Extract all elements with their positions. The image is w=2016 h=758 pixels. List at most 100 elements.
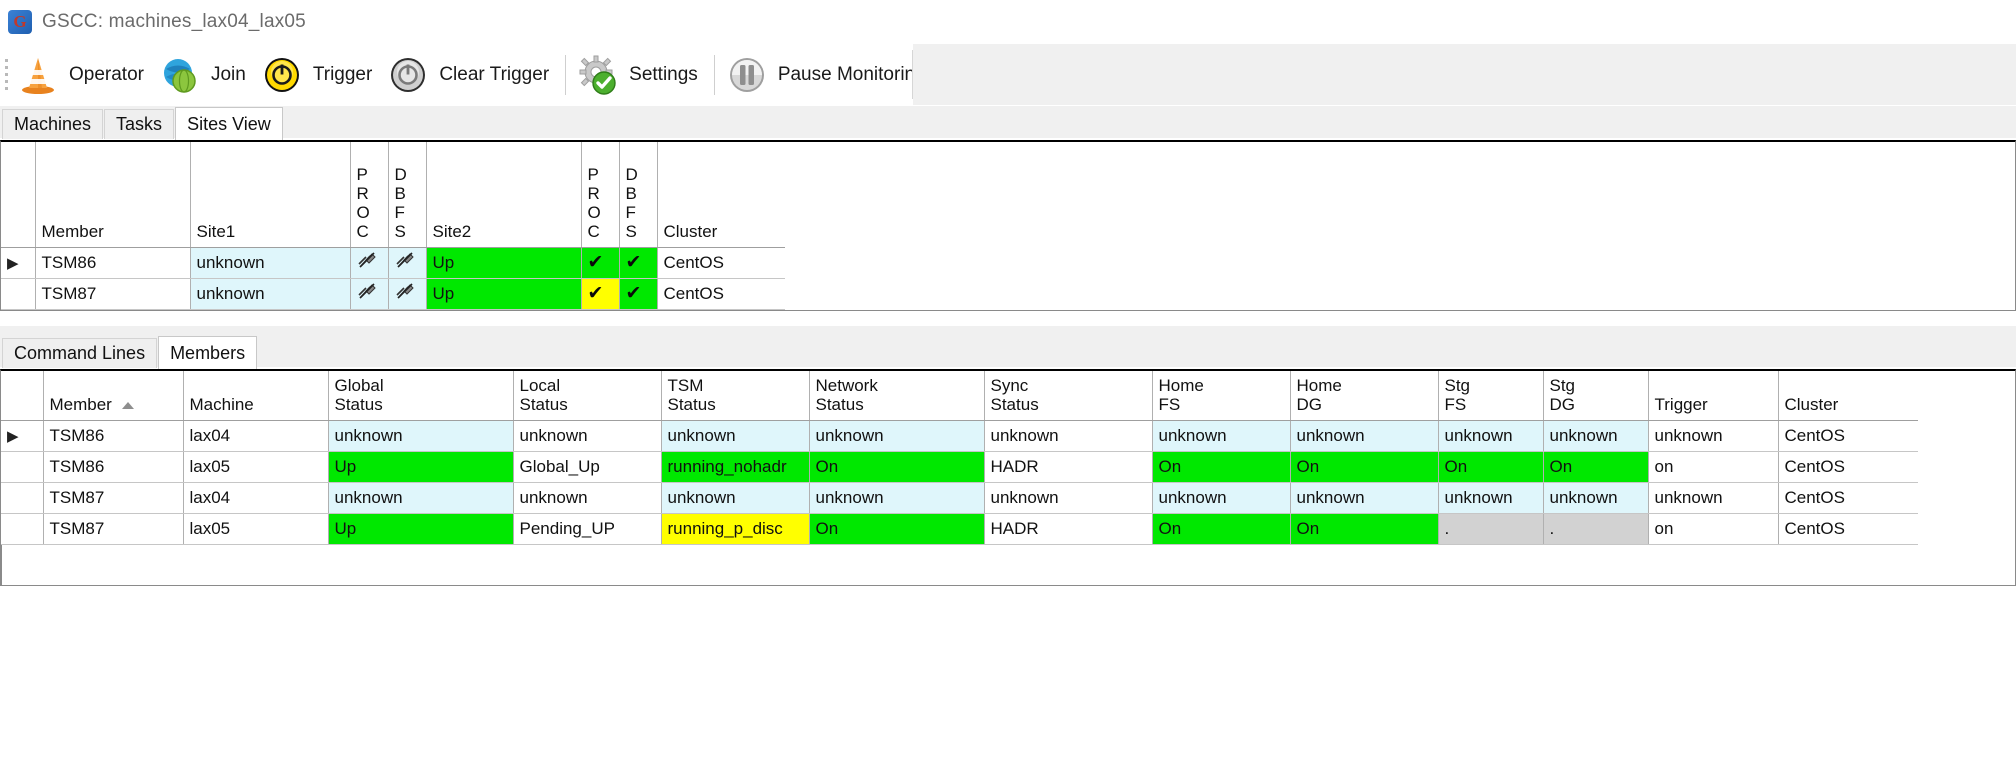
members-cell-stg_fs[interactable]: On: [1438, 451, 1544, 483]
members-cell-sync_status[interactable]: unknown: [984, 482, 1153, 514]
toolbar-button-pause-monitoring[interactable]: Pause Monitoring: [721, 44, 936, 105]
sites-cell-site2[interactable]: Up: [426, 278, 582, 310]
toolbar-button-settings[interactable]: Settings: [572, 44, 708, 105]
sites-cell-proc2[interactable]: ✔: [581, 247, 620, 279]
members-cell-cluster[interactable]: CentOS: [1778, 451, 1918, 483]
members-cell-global_status[interactable]: Up: [328, 451, 514, 483]
members-cell-network_status[interactable]: unknown: [809, 482, 985, 514]
sites-col-site1[interactable]: Site1: [190, 142, 351, 248]
sites-cell-proc2[interactable]: ✔: [581, 278, 620, 310]
members-cell-machine[interactable]: lax05: [183, 451, 329, 483]
sites-col-proc1[interactable]: PROC: [350, 142, 389, 248]
members-cell-home_dg[interactable]: On: [1290, 513, 1439, 545]
horizontal-splitter[interactable]: [0, 324, 2016, 335]
members-cell-tsm_status[interactable]: unknown: [661, 482, 810, 514]
sites-cell-cluster[interactable]: CentOS: [657, 278, 785, 310]
members-cell-tsm_status[interactable]: running_p_disc: [661, 513, 810, 545]
tab-command-lines[interactable]: Command Lines: [2, 337, 158, 368]
row-selector-cell[interactable]: [1, 451, 44, 483]
row-selector-cell[interactable]: [1, 513, 44, 545]
sites-col-proc2[interactable]: PROC: [581, 142, 620, 248]
members-cell-stg_fs[interactable]: unknown: [1438, 420, 1544, 452]
members-cell-member[interactable]: TSM86: [43, 451, 184, 483]
row-selector-cell[interactable]: ▶: [1, 247, 36, 279]
members-cell-global_status[interactable]: unknown: [328, 420, 514, 452]
members-cell-local_status[interactable]: unknown: [513, 420, 662, 452]
toolbar-button-join[interactable]: Join: [154, 44, 256, 105]
members-col-stg_fs[interactable]: Stg FS: [1438, 370, 1544, 421]
members-cell-trigger[interactable]: unknown: [1648, 420, 1779, 452]
members-col-network_status[interactable]: Network Status: [809, 370, 985, 421]
tab-machines[interactable]: Machines: [2, 109, 104, 139]
members-cell-cluster[interactable]: CentOS: [1778, 420, 1918, 452]
members-cell-sync_status[interactable]: unknown: [984, 420, 1153, 452]
toolbar-drag-handle[interactable]: [0, 44, 12, 105]
members-cell-member[interactable]: TSM87: [43, 482, 184, 514]
members-cell-stg_fs[interactable]: .: [1438, 513, 1544, 545]
members-cell-stg_dg[interactable]: .: [1543, 513, 1649, 545]
members-cell-cluster[interactable]: CentOS: [1778, 513, 1918, 545]
members-col-cluster[interactable]: Cluster: [1778, 370, 1918, 421]
members-col-home_fs[interactable]: Home FS: [1152, 370, 1291, 421]
sites-col-site2[interactable]: Site2: [426, 142, 582, 248]
members-cell-network_status[interactable]: On: [809, 513, 985, 545]
row-selector-cell[interactable]: [1, 278, 36, 310]
members-cell-tsm_status[interactable]: running_nohadr: [661, 451, 810, 483]
sites-cell-proc1[interactable]: [350, 247, 389, 279]
sites-grid-container[interactable]: Member Site1 PROC DBFS Site2 PROC DBFS C…: [0, 140, 2016, 311]
members-cell-home_fs[interactable]: On: [1152, 451, 1291, 483]
tab-tasks[interactable]: Tasks: [104, 109, 175, 139]
members-col-home_dg[interactable]: Home DG: [1290, 370, 1439, 421]
members-grid-container[interactable]: Member Machine Global Status Local Status TSM S…: [0, 368, 2016, 586]
members-cell-network_status[interactable]: unknown: [809, 420, 985, 452]
members-cell-trigger[interactable]: unknown: [1648, 482, 1779, 514]
members-cell-machine[interactable]: lax05: [183, 513, 329, 545]
members-cell-local_status[interactable]: Global_Up: [513, 451, 662, 483]
members-cell-global_status[interactable]: Up: [328, 513, 514, 545]
members-col-global_status[interactable]: Global Status: [328, 370, 514, 421]
sites-cell-member[interactable]: TSM87: [35, 278, 191, 310]
members-col-sync_status[interactable]: Sync Status: [984, 370, 1153, 421]
members-cell-tsm_status[interactable]: unknown: [661, 420, 810, 452]
tab-members[interactable]: Members: [158, 335, 258, 369]
members-cell-member[interactable]: TSM86: [43, 420, 184, 452]
members-table-row[interactable]: TSM86 lax05 Up Global_Up running_nohadr On HAD…: [1, 451, 1918, 483]
members-cell-network_status[interactable]: On: [809, 451, 985, 483]
members-col-member[interactable]: Member: [43, 370, 184, 421]
members-cell-trigger[interactable]: on: [1648, 513, 1779, 545]
members-col-stg_dg[interactable]: Stg DG: [1543, 370, 1649, 421]
members-cell-stg_dg[interactable]: On: [1543, 451, 1649, 483]
sites-cell-dbfs2[interactable]: ✔: [619, 278, 658, 310]
members-cell-stg_fs[interactable]: unknown: [1438, 482, 1544, 514]
sites-cell-site1[interactable]: unknown: [190, 247, 351, 279]
row-selector-cell[interactable]: [1, 482, 44, 514]
members-cell-stg_dg[interactable]: unknown: [1543, 420, 1649, 452]
sites-col-dbfs2[interactable]: DBFS: [619, 142, 658, 248]
tab-sites-view[interactable]: Sites View: [175, 107, 283, 140]
members-table-row[interactable]: TSM87 lax05 Up Pending_UP running_p_disc On HA…: [1, 513, 1918, 545]
members-cell-machine[interactable]: lax04: [183, 420, 329, 452]
sites-cell-proc1[interactable]: [350, 278, 389, 310]
members-cell-stg_dg[interactable]: unknown: [1543, 482, 1649, 514]
members-cell-sync_status[interactable]: HADR: [984, 451, 1153, 483]
members-col-trigger[interactable]: Trigger: [1648, 370, 1779, 421]
sites-table-row[interactable]: TSM87 unknown Up ✔ ✔ CentOS: [1, 278, 785, 310]
members-cell-local_status[interactable]: Pending_UP: [513, 513, 662, 545]
sites-table-row[interactable]: ▶ TSM86 unknown Up ✔ ✔ CentOS: [1, 247, 785, 279]
sites-cell-member[interactable]: TSM86: [35, 247, 191, 279]
sites-col-cluster[interactable]: Cluster: [657, 142, 785, 248]
members-cell-cluster[interactable]: CentOS: [1778, 482, 1918, 514]
members-table-row[interactable]: TSM87 lax04 unknown unknown unknown unknown un…: [1, 482, 1918, 514]
members-cell-machine[interactable]: lax04: [183, 482, 329, 514]
members-cell-local_status[interactable]: unknown: [513, 482, 662, 514]
members-cell-home_fs[interactable]: unknown: [1152, 482, 1291, 514]
sites-cell-dbfs1[interactable]: [388, 278, 427, 310]
sites-cell-cluster[interactable]: CentOS: [657, 247, 785, 279]
members-table-row[interactable]: ▶ TSM86 lax04 unknown unknown unknown unknown u…: [1, 420, 1918, 452]
toolbar-button-clear-trigger[interactable]: Clear Trigger: [382, 44, 559, 105]
sites-cell-dbfs2[interactable]: ✔: [619, 247, 658, 279]
members-cell-member[interactable]: TSM87: [43, 513, 184, 545]
members-col-tsm_status[interactable]: TSM Status: [661, 370, 810, 421]
members-cell-home_dg[interactable]: On: [1290, 451, 1439, 483]
sites-cell-dbfs1[interactable]: [388, 247, 427, 279]
